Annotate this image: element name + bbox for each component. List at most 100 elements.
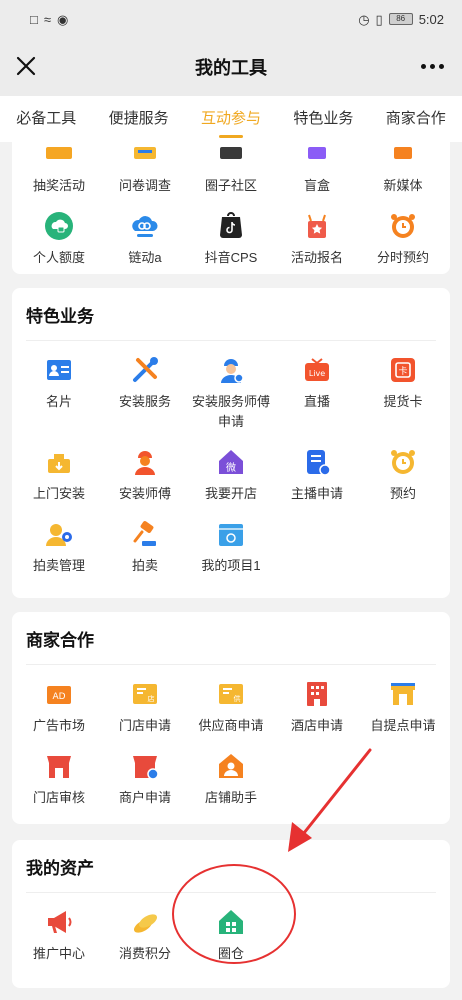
tool-douyin-cps[interactable]: 抖音CPS [188, 206, 274, 278]
community-icon [215, 142, 247, 170]
status-bar: □ ≈ ◉ ◷ ▯ 86 5:02 [0, 0, 462, 38]
tool-link[interactable]: 链动a [102, 206, 188, 278]
tab-featured-business[interactable]: 特色业务 [293, 96, 353, 142]
app-header: 我的工具 [0, 38, 462, 96]
tool-auction-manage[interactable]: 拍卖管理 [16, 514, 102, 586]
tool-label: 店铺助手 [204, 790, 257, 805]
tool-installer[interactable]: 安装师傅 [102, 442, 188, 514]
tool-install-service[interactable]: 安装服务 [102, 350, 188, 442]
tool-business-card[interactable]: 名片 [16, 350, 102, 442]
interactive-tools-card: 抽奖活动 问卷调查 圈子社区 盲盒 新媒体 个人额度 链动a 抖音CPS 活动报… [12, 142, 450, 274]
tool-label: 消费积分 [118, 946, 171, 961]
more-dot-icon [429, 63, 435, 69]
tool-hotel-apply[interactable]: 酒店申请 [274, 674, 360, 746]
tool-new-media[interactable]: 新媒体 [360, 142, 446, 206]
pickup-point-icon [387, 678, 419, 710]
section-divider [26, 664, 436, 665]
close-button[interactable] [12, 52, 40, 80]
worker-apply-icon [215, 354, 247, 386]
more-dot-icon [438, 63, 444, 69]
section-title: 特色业务 [26, 307, 94, 326]
reservation-clock-icon [387, 446, 419, 478]
tool-label: 商户申请 [118, 790, 171, 805]
tool-label: 我要开店 [204, 486, 257, 501]
svg-text:卡: 卡 [398, 365, 407, 377]
hotel-icon [301, 678, 333, 710]
tab-interactive[interactable]: 互动参与 [201, 96, 261, 142]
shop-assistant-icon [215, 750, 247, 782]
tool-label: 新媒体 [383, 178, 423, 193]
personal-quota-icon [43, 210, 75, 242]
tool-label: 广告市场 [32, 718, 85, 733]
more-button[interactable] [416, 52, 448, 80]
tool-lottery[interactable]: 抽奖活动 [16, 142, 102, 206]
lottery-icon [43, 142, 75, 170]
tool-worker-apply[interactable]: 安装服务师傅申请 [188, 350, 274, 442]
status-time: 5:02 [418, 11, 444, 27]
tool-auction[interactable]: 拍卖 [102, 514, 188, 586]
merchant-apply-icon [129, 750, 161, 782]
tab-merchant-cooperation[interactable]: 商家合作 [386, 96, 446, 142]
section-title: 商家合作 [26, 631, 94, 650]
status-left: □ ≈ ◉ [30, 13, 68, 26]
category-tabs: 必备工具 便捷服务 互动参与 特色业务 商家合作 [0, 96, 462, 142]
tool-label: 自提点申请 [370, 718, 436, 733]
tab-essential-tools[interactable]: 必备工具 [16, 96, 76, 142]
tool-label: 安装师傅 [118, 486, 171, 501]
tool-blind-box[interactable]: 盲盒 [274, 142, 360, 206]
tool-my-project[interactable]: 我的项目1 [188, 514, 274, 586]
open-store-icon: 微 [215, 446, 247, 478]
tool-label: 圈子社区 [204, 178, 257, 193]
tool-live[interactable]: Live 直播 [274, 350, 360, 442]
live-icon: Live [301, 354, 333, 386]
tool-label: 上门安装 [32, 486, 85, 501]
tool-label: 直播 [303, 394, 330, 409]
tool-label: 抽奖活动 [32, 178, 85, 193]
store-apply-icon: 店 [129, 678, 161, 710]
tool-label: 门店审核 [32, 790, 85, 805]
status-right: ◷ ▯ 86 5:02 [358, 12, 444, 27]
tool-home-install[interactable]: 上门安装 [16, 442, 102, 514]
tool-pickup-card[interactable]: 卡 提货卡 [360, 350, 446, 442]
wifi-icon: ≈ [43, 11, 51, 27]
tool-event-signup[interactable]: 活动报名 [274, 206, 360, 278]
tool-personal-quota[interactable]: 个人额度 [16, 206, 102, 278]
tool-anchor-apply[interactable]: 主播申请 [274, 442, 360, 514]
tool-community[interactable]: 圈子社区 [188, 142, 274, 206]
tool-shop-assistant[interactable]: 店铺助手 [188, 746, 274, 818]
tool-merchant-apply[interactable]: 商户申请 [102, 746, 188, 818]
svg-text:供: 供 [234, 694, 241, 703]
tool-time-reservation[interactable]: 分时预约 [360, 206, 446, 278]
alarm-status-icon: ◷ [358, 11, 370, 27]
svg-text:AD: AD [52, 692, 65, 702]
tools-grid: 抽奖活动 问卷调查 圈子社区 盲盒 新媒体 个人额度 链动a 抖音CPS 活动报… [16, 142, 446, 278]
tool-open-store[interactable]: 微 我要开店 [188, 442, 274, 514]
tool-promotion-center[interactable]: 推广中心 [16, 902, 102, 974]
svg-text:微: 微 [226, 461, 236, 474]
tool-label: 安装服务师傅申请 [191, 394, 270, 429]
megaphone-icon [43, 906, 75, 938]
tool-label: 名片 [45, 394, 72, 409]
my-project-icon [215, 518, 247, 550]
notification-icon: □ [30, 11, 38, 27]
tool-supplier-apply[interactable]: 供 供应商申请 [188, 674, 274, 746]
business-card-icon [43, 354, 75, 386]
tool-store-apply[interactable]: 店 门店申请 [102, 674, 188, 746]
tools-icon [129, 354, 161, 386]
tool-store-review[interactable]: 门店审核 [16, 746, 102, 818]
tool-label: 预约 [389, 486, 416, 501]
tool-ad-market[interactable]: AD 广告市场 [16, 674, 102, 746]
douyin-icon [215, 210, 247, 242]
tool-label: 酒店申请 [290, 718, 343, 733]
tool-survey[interactable]: 问卷调查 [102, 142, 188, 206]
tool-pickup-point-apply[interactable]: 自提点申请 [360, 674, 446, 746]
link-icon [129, 210, 161, 242]
tab-convenient-services[interactable]: 便捷服务 [109, 96, 169, 142]
tool-label: 拍卖 [131, 558, 158, 573]
tool-reservation[interactable]: 预约 [360, 442, 446, 514]
installer-icon [129, 446, 161, 478]
tool-label: 问卷调查 [118, 178, 171, 193]
supplier-apply-icon: 供 [215, 678, 247, 710]
close-icon [16, 56, 36, 76]
tool-label: 提货卡 [383, 394, 423, 409]
